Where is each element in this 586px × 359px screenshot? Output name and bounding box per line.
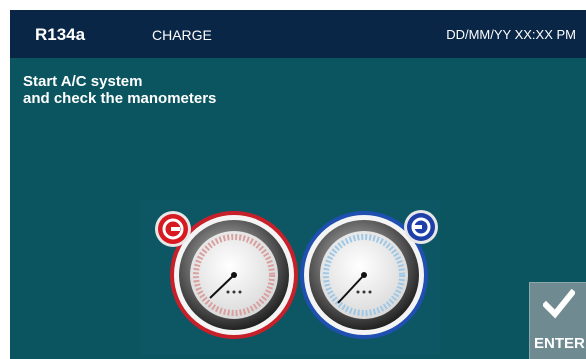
enter-button[interactable]: ENTER (529, 282, 586, 359)
checkmark-icon (543, 289, 575, 319)
instruction-line-1: Start A/C system (23, 73, 143, 90)
datetime-display: DD/MM/YY XX:XX PM (446, 27, 576, 42)
instruction-text: Start A/C system and check the manometer… (23, 73, 216, 107)
low-pressure-connector-icon (155, 211, 191, 247)
refrigerant-label: R134a (35, 25, 86, 44)
charge-screen: R134a CHARGE DD/MM/YY XX:XX PM Start A/C… (10, 10, 586, 359)
top-bar: R134a CHARGE DD/MM/YY XX:XX PM (10, 10, 586, 58)
instruction-line-2: and check the manometers (23, 90, 217, 107)
high-pressure-connector-icon (404, 210, 438, 244)
phase-label: CHARGE (152, 27, 212, 43)
enter-button-label: ENTER (534, 335, 585, 352)
manometers (140, 200, 440, 355)
